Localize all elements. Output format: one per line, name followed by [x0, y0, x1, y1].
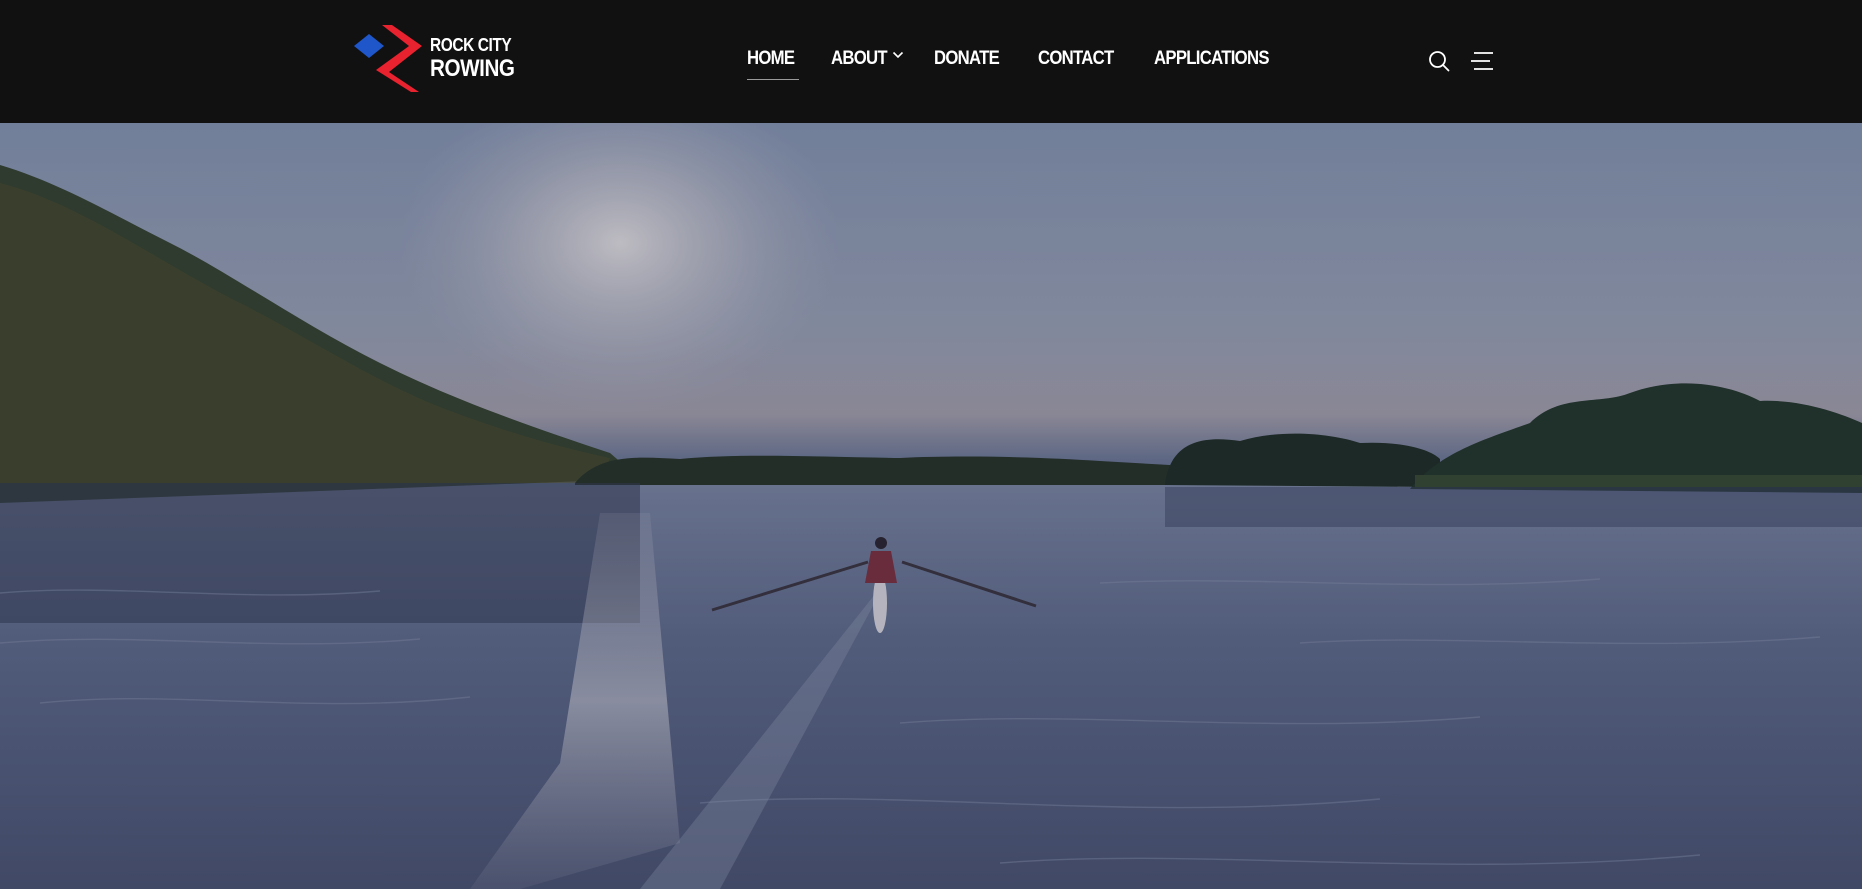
logo-line-1: ROCK CITY: [430, 35, 512, 55]
logo-mark-icon: [354, 25, 422, 92]
nav-contact[interactable]: CONTACT: [1038, 48, 1124, 70]
nav-about-label: ABOUT: [830, 48, 888, 69]
search-button[interactable]: [1428, 50, 1450, 77]
nav-home[interactable]: HOME: [747, 48, 801, 80]
chevron-down-icon[interactable]: [892, 51, 904, 59]
hamburger-menu-icon: [1471, 52, 1493, 70]
nav-applications-label: APPLICATIONS: [1154, 48, 1270, 69]
site-logo[interactable]: ROCK CITY ROWING: [354, 24, 515, 94]
nav-donate-label: DONATE: [934, 48, 1000, 69]
logo-wordmark: ROCK CITY ROWING: [430, 36, 515, 81]
search-icon: [1429, 51, 1450, 72]
main-nav: HOME ABOUT DONATE CONTACT APPLICATIONS: [747, 48, 1285, 80]
nav-home-label: HOME: [747, 48, 795, 69]
hero-video: [0, 123, 1862, 889]
nav-applications[interactable]: APPLICATIONS: [1154, 48, 1284, 70]
logo-line-2: ROWING: [430, 55, 515, 82]
nav-contact-label: CONTACT: [1038, 48, 1114, 69]
site-header: ROCK CITY ROWING HOME ABOUT DONATE CONTA…: [0, 0, 1862, 123]
menu-button[interactable]: [1470, 51, 1494, 76]
nav-about[interactable]: ABOUT: [831, 48, 905, 70]
hero-overlay: [0, 123, 1862, 889]
nav-donate[interactable]: DONATE: [934, 48, 1008, 70]
